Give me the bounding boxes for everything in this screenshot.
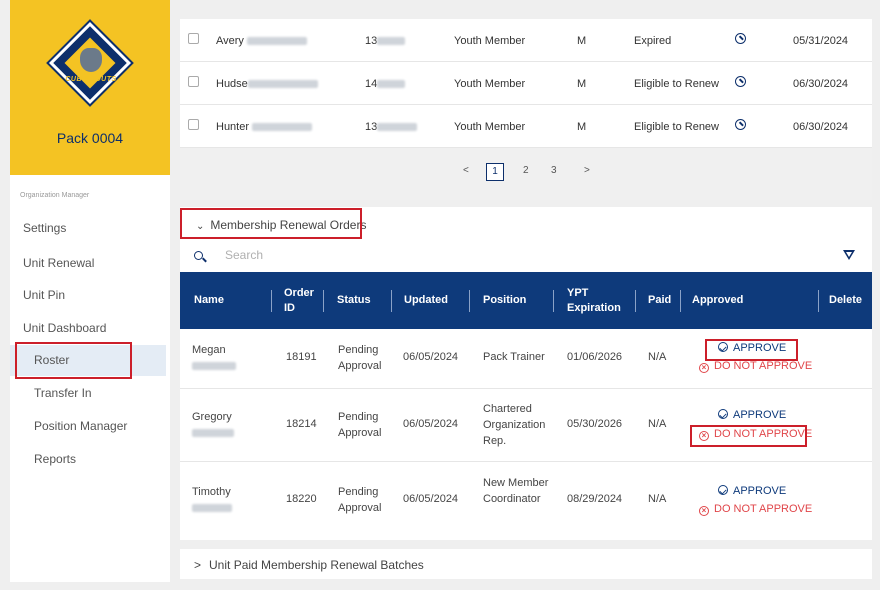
member-id: 13	[365, 121, 418, 133]
header-ypt-expiration[interactable]: YPT Expiration	[567, 272, 627, 329]
pagination: < 1 2 3 >	[180, 148, 872, 200]
highlight-box	[15, 342, 132, 379]
table-row: Timothy 18220 Pending Approval 06/05/202…	[180, 462, 872, 535]
order-updated: 06/05/2024	[403, 351, 459, 363]
header-approved[interactable]: Approved	[692, 272, 743, 329]
close-circle-icon: ×	[699, 363, 709, 373]
sidebar-item-settings[interactable]: Settings	[23, 221, 66, 235]
header-status[interactable]: Status	[337, 272, 371, 329]
header-updated[interactable]: Updated	[404, 272, 448, 329]
ban-icon	[735, 119, 746, 130]
header-name[interactable]: Name	[194, 272, 224, 329]
renewal-orders-panel: ⌄Membership Renewal Orders Name Order ID…	[180, 207, 872, 540]
order-updated: 06/05/2024	[403, 493, 459, 505]
ban-icon	[735, 33, 746, 44]
member-type: Youth Member	[454, 35, 526, 47]
highlight-box	[180, 208, 362, 239]
pagination-prev-button[interactable]: <	[463, 165, 469, 176]
member-gender: M	[577, 121, 587, 133]
member-gender: M	[577, 35, 587, 47]
row-checkbox[interactable]	[188, 76, 199, 87]
sidebar-item-unit-renewal[interactable]: Unit Renewal	[23, 256, 94, 270]
order-updated: 06/05/2024	[403, 418, 459, 430]
member-status: Expired	[634, 35, 672, 47]
order-paid: N/A	[648, 493, 667, 505]
unit-paid-batches-title: Unit Paid Membership Renewal Batches	[209, 558, 424, 572]
sidebar-item-unit-pin[interactable]: Unit Pin	[23, 288, 65, 302]
sidebar-item-transfer-in[interactable]: Transfer In	[34, 386, 92, 400]
logo-area: CUB SCOUTS Pack 0004	[10, 0, 170, 175]
sidebar-item-unit-dashboard[interactable]: Unit Dashboard	[23, 321, 106, 335]
order-ypt: 05/30/2026	[567, 418, 623, 430]
order-position: New Member Coordinator	[483, 477, 549, 505]
header-position[interactable]: Position	[483, 272, 526, 329]
ban-icon	[735, 76, 746, 87]
pagination-page-2[interactable]: 2	[523, 165, 529, 176]
table-row: Avery 13 Youth Member M Expired 05/31/20…	[180, 19, 872, 62]
row-checkbox[interactable]	[188, 119, 199, 130]
order-id: 18191	[286, 351, 317, 363]
approve-button[interactable]: APPROVE	[718, 485, 786, 497]
order-name: Megan	[192, 343, 236, 375]
member-name: Hudse	[216, 78, 318, 90]
unit-paid-batches-toggle[interactable]: > Unit Paid Membership Renewal Batches	[194, 558, 424, 572]
search-input[interactable]	[225, 248, 525, 262]
order-paid: N/A	[648, 351, 667, 363]
order-position: Pack Trainer	[483, 351, 545, 363]
order-status: Pending Approval	[338, 344, 382, 372]
pagination-next-button[interactable]: >	[584, 165, 590, 176]
order-status: Pending Approval	[338, 486, 382, 514]
member-name: Avery	[216, 35, 307, 47]
member-gender: M	[577, 78, 587, 90]
member-date: 05/31/2024	[793, 35, 849, 47]
close-circle-icon: ×	[699, 506, 709, 516]
member-id: 13	[365, 35, 406, 47]
order-id: 18220	[286, 493, 317, 505]
pagination-page-3[interactable]: 3	[551, 165, 557, 176]
sidebar-item-position-manager[interactable]: Position Manager	[34, 419, 127, 433]
order-position: Chartered Organization Rep.	[483, 403, 546, 447]
logo-text: CUB SCOUTS	[65, 76, 117, 83]
do-not-approve-button[interactable]: × DO NOT APPROVE	[699, 503, 812, 516]
section-label: Organization Manager	[20, 192, 90, 199]
header-order-id[interactable]: Order ID	[284, 272, 324, 329]
member-type: Youth Member	[454, 121, 526, 133]
order-id: 18214	[286, 418, 317, 430]
member-date: 06/30/2024	[793, 78, 849, 90]
order-ypt: 01/06/2026	[567, 351, 623, 363]
member-date: 06/30/2024	[793, 121, 849, 133]
order-name: Gregory	[192, 410, 234, 442]
order-status: Pending Approval	[338, 411, 382, 439]
unit-paid-batches-panel[interactable]: > Unit Paid Membership Renewal Batches	[180, 549, 872, 579]
wolf-icon	[80, 48, 102, 72]
member-name: Hunter	[216, 121, 313, 133]
row-checkbox[interactable]	[188, 33, 199, 44]
orders-table-header: Name Order ID Status Updated Position YP…	[180, 272, 872, 329]
chevron-right-icon: >	[194, 558, 202, 572]
order-ypt: 08/29/2024	[567, 493, 623, 505]
check-circle-icon	[718, 485, 728, 495]
member-status: Eligible to Renew	[634, 121, 719, 133]
highlight-box	[690, 425, 807, 447]
do-not-approve-button[interactable]: × DO NOT APPROVE	[699, 360, 812, 373]
filter-icon[interactable]	[843, 250, 855, 260]
table-row: Hunter 13 Youth Member M Eligible to Ren…	[180, 105, 872, 148]
sidebar-item-reports[interactable]: Reports	[34, 452, 76, 466]
approve-button[interactable]: APPROVE	[718, 409, 786, 421]
member-id: 14	[365, 78, 406, 90]
header-paid[interactable]: Paid	[648, 272, 671, 329]
table-row: Hudse 14 Youth Member M Eligible to Rene…	[180, 62, 872, 105]
search-icon	[194, 251, 203, 260]
roster-table: Avery 13 Youth Member M Expired 05/31/20…	[180, 19, 872, 148]
member-type: Youth Member	[454, 78, 526, 90]
pack-name: Pack 0004	[56, 130, 124, 146]
order-paid: N/A	[648, 418, 667, 430]
header-delete[interactable]: Delete	[829, 272, 862, 329]
check-circle-icon	[718, 409, 728, 419]
member-status: Eligible to Renew	[634, 78, 719, 90]
search-bar	[180, 245, 872, 269]
order-name: Timothy	[192, 485, 232, 517]
highlight-box	[705, 339, 798, 361]
pagination-page-1[interactable]: 1	[486, 163, 504, 181]
